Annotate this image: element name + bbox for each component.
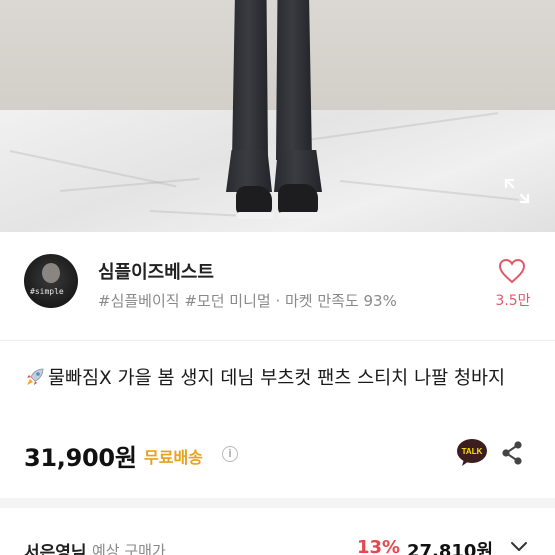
discount-rate: 13% (357, 537, 401, 555)
product-title-text: 물빠짐X 가을 봄 생지 데님 부츠컷 팬츠 스티치 나팔 청바지 (48, 368, 506, 389)
section-divider (0, 340, 555, 341)
seller-name[interactable]: 심플이즈베스트 (98, 258, 214, 284)
jeans-right-leg (276, 0, 312, 160)
seller-tags: #심플베이직 #모던 미니멀 · 마켓 만족도 93% (98, 292, 397, 310)
section-spacer (0, 498, 555, 508)
product-price: 31,900원 (24, 444, 137, 472)
heart-icon[interactable] (498, 258, 526, 284)
jeans-left-leg (232, 0, 268, 160)
left-shoe-sole (236, 212, 274, 219)
free-shipping-label: 무료배송 (144, 448, 203, 467)
info-icon[interactable]: i (222, 446, 238, 462)
rocket-icon (27, 368, 44, 385)
kakao-talk-icon[interactable]: TALK (456, 438, 488, 468)
expected-price-label: 예상 구매가 (92, 542, 166, 555)
like-count: 3.5만 (495, 293, 531, 309)
chevron-down-icon[interactable] (510, 540, 528, 554)
product-image[interactable] (0, 0, 555, 232)
user-name: 서은영님 (24, 543, 87, 555)
expected-price: 27,810원 (407, 541, 494, 555)
avatar-tag: #simple (30, 287, 64, 296)
avatar-face (42, 263, 60, 283)
expand-icon[interactable] (504, 178, 530, 204)
share-icon[interactable] (500, 440, 524, 466)
right-shoe-sole (278, 212, 320, 219)
product-title: 물빠짐X 가을 봄 생지 데님 부츠컷 팬츠 스티치 나팔 청바지 (24, 366, 534, 392)
talk-label: TALK (462, 447, 483, 456)
seller-section[interactable] (0, 232, 555, 340)
seller-avatar[interactable]: #simple (24, 254, 78, 308)
